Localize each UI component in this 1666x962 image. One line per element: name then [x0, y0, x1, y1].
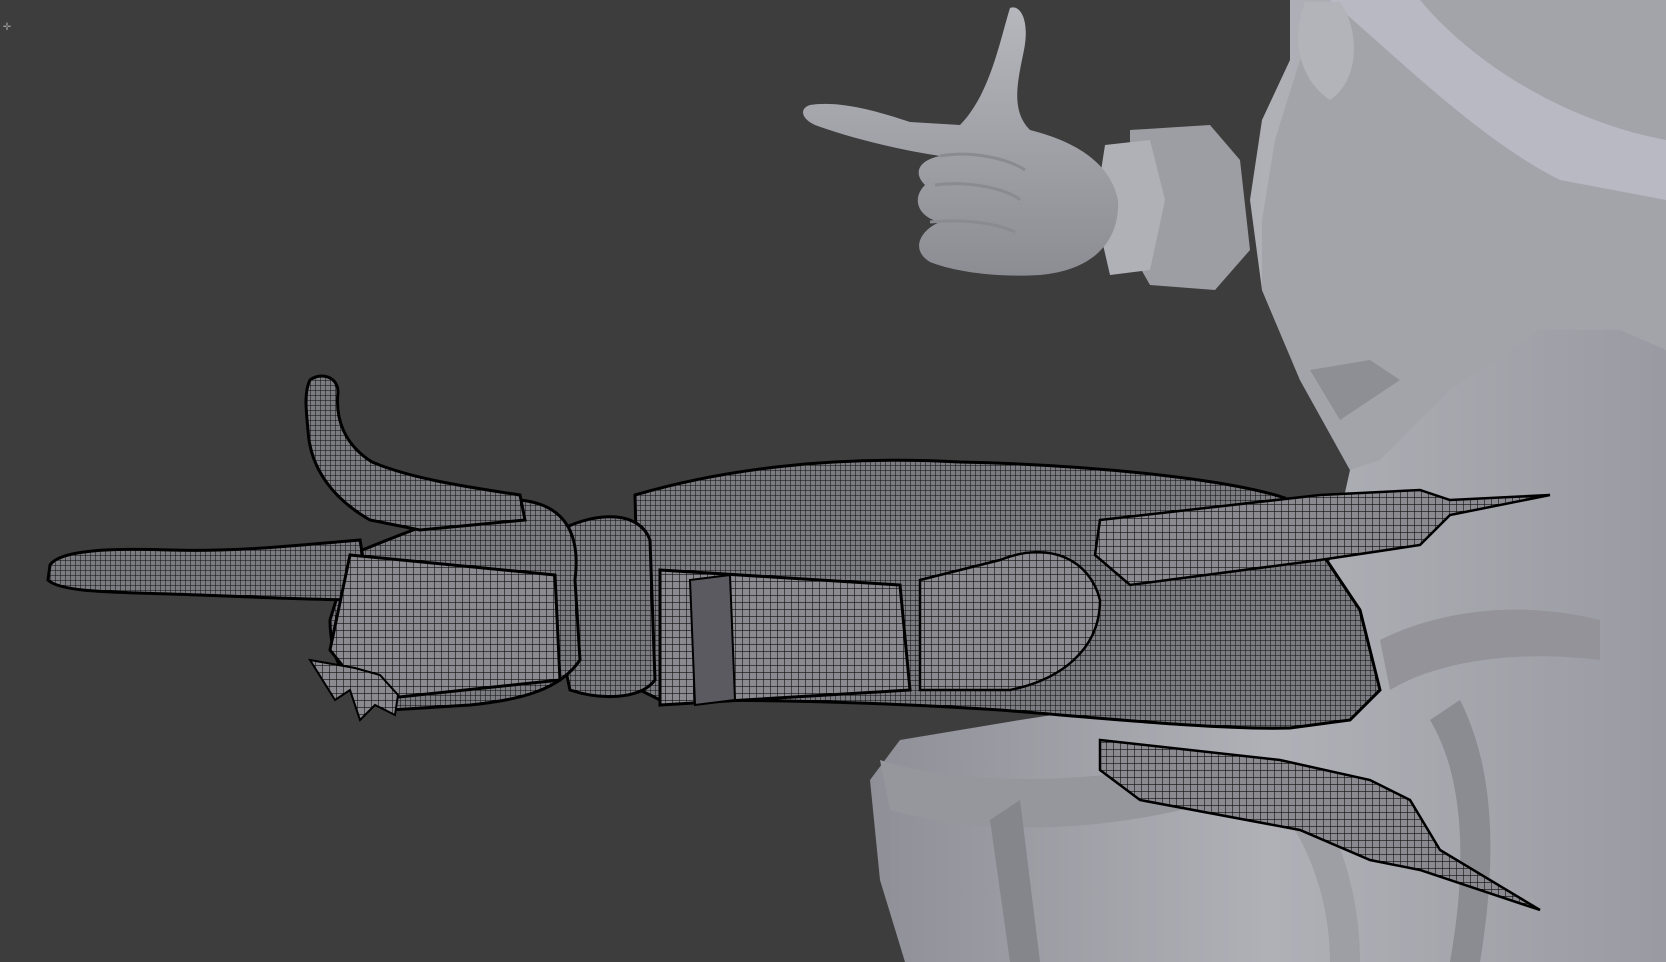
- solid-hand: [803, 7, 1250, 290]
- scene-render: [46, 0, 1666, 962]
- 3d-viewport[interactable]: ✛ ✛: [0, 0, 1666, 962]
- wireframe-arm-mesh: [46, 374, 1551, 912]
